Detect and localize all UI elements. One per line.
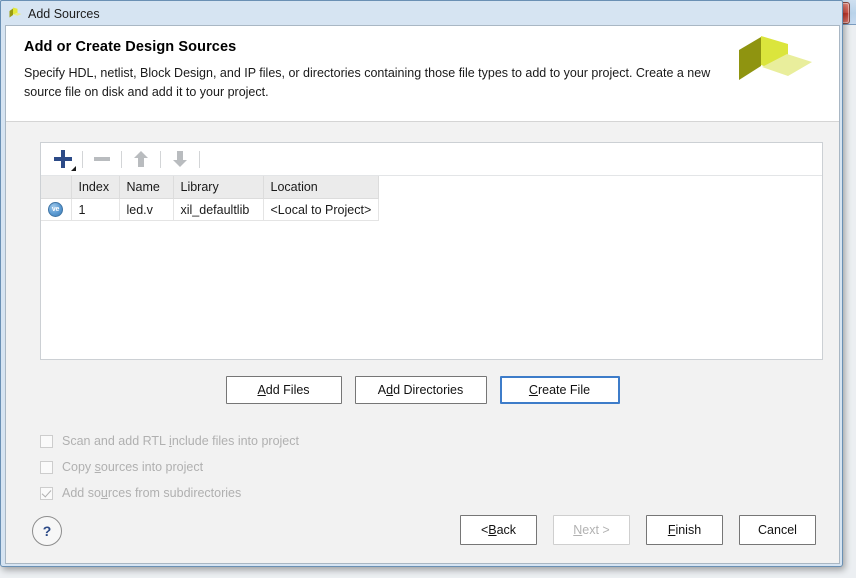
arrow-down-icon xyxy=(173,150,187,168)
checkbox-copy-sources[interactable]: Copy sources into project xyxy=(40,454,299,480)
toolbar-separator xyxy=(82,150,83,168)
dialog-title: Add Sources xyxy=(28,7,100,21)
table-row[interactable]: ve 1 led.v xil_defaultlib <Local to Proj… xyxy=(41,198,380,221)
dialog-footer: ? < Back Next > Finish Cancel xyxy=(6,503,839,563)
dialog-header: Add or Create Design Sources Specify HDL… xyxy=(6,26,839,122)
help-button[interactable]: ? xyxy=(32,516,62,546)
dialog-content: Add or Create Design Sources Specify HDL… xyxy=(5,25,840,564)
sources-panel: Index Name Library Location ve 1 led.v x… xyxy=(40,142,823,360)
cancel-button[interactable]: Cancel xyxy=(739,515,816,545)
add-files-button[interactable]: Add Files xyxy=(225,376,342,404)
plus-icon xyxy=(54,150,76,171)
checkbox-box-checked xyxy=(40,486,53,500)
row-location: <Local to Project> xyxy=(263,198,380,221)
minus-icon xyxy=(94,157,110,161)
row-library: xil_defaultlib xyxy=(173,198,264,221)
checkbox-label: Add sources from subdirectories xyxy=(62,486,242,500)
page-title: Add or Create Design Sources xyxy=(24,39,237,55)
toolbar-separator xyxy=(121,150,122,168)
column-header-location[interactable]: Location xyxy=(263,176,380,199)
dialog-titlebar: Add Sources xyxy=(4,4,839,24)
xilinx-logo-icon xyxy=(8,7,23,22)
verilog-file-icon: ve xyxy=(48,202,63,217)
dialog-body: Index Name Library Location ve 1 led.v x… xyxy=(6,122,839,563)
next-button[interactable]: Next > xyxy=(553,515,630,545)
add-directories-button[interactable]: Add Directories xyxy=(354,376,487,404)
row-index: 1 xyxy=(71,198,120,221)
column-header-name[interactable]: Name xyxy=(119,176,174,199)
page-description: Specify HDL, netlist, Block Design, and … xyxy=(24,66,711,99)
checkbox-box xyxy=(40,460,53,474)
move-down-button[interactable] xyxy=(167,147,193,171)
toolbar-separator xyxy=(199,150,200,168)
table-header-row: Index Name Library Location xyxy=(41,176,380,199)
finish-button[interactable]: Finish xyxy=(646,515,723,545)
checkbox-scan-rtl-include[interactable]: Scan and add RTL include files into proj… xyxy=(40,428,299,454)
create-file-button[interactable]: Create File xyxy=(499,376,620,404)
column-header-index[interactable]: Index xyxy=(71,176,120,199)
row-file-type-cell: ve xyxy=(41,198,72,221)
add-sources-dialog: Add Sources Add or Create Design Sources… xyxy=(0,0,843,567)
wizard-navigation-buttons: < Back Next > Finish Cancel xyxy=(460,515,816,545)
source-action-buttons: Add Files Add Directories Create File xyxy=(6,376,839,404)
column-header-icon[interactable] xyxy=(41,176,72,199)
checkbox-label: Scan and add RTL include files into proj… xyxy=(62,434,299,448)
remove-source-button[interactable] xyxy=(89,147,115,171)
arrow-up-icon xyxy=(134,150,148,168)
column-header-library[interactable]: Library xyxy=(173,176,264,199)
checkbox-box xyxy=(40,434,53,448)
options-group: Scan and add RTL include files into proj… xyxy=(40,428,299,506)
row-name: led.v xyxy=(119,198,174,221)
toolbar-separator xyxy=(160,150,161,168)
xilinx-logo xyxy=(733,34,817,102)
sources-toolbar xyxy=(41,143,822,176)
question-mark-icon: ? xyxy=(42,523,52,539)
add-source-button[interactable] xyxy=(50,147,76,171)
sources-table: Index Name Library Location ve 1 led.v x… xyxy=(41,176,380,221)
checkbox-label: Copy sources into project xyxy=(62,460,204,474)
move-up-button[interactable] xyxy=(128,147,154,171)
back-button[interactable]: < Back xyxy=(460,515,537,545)
